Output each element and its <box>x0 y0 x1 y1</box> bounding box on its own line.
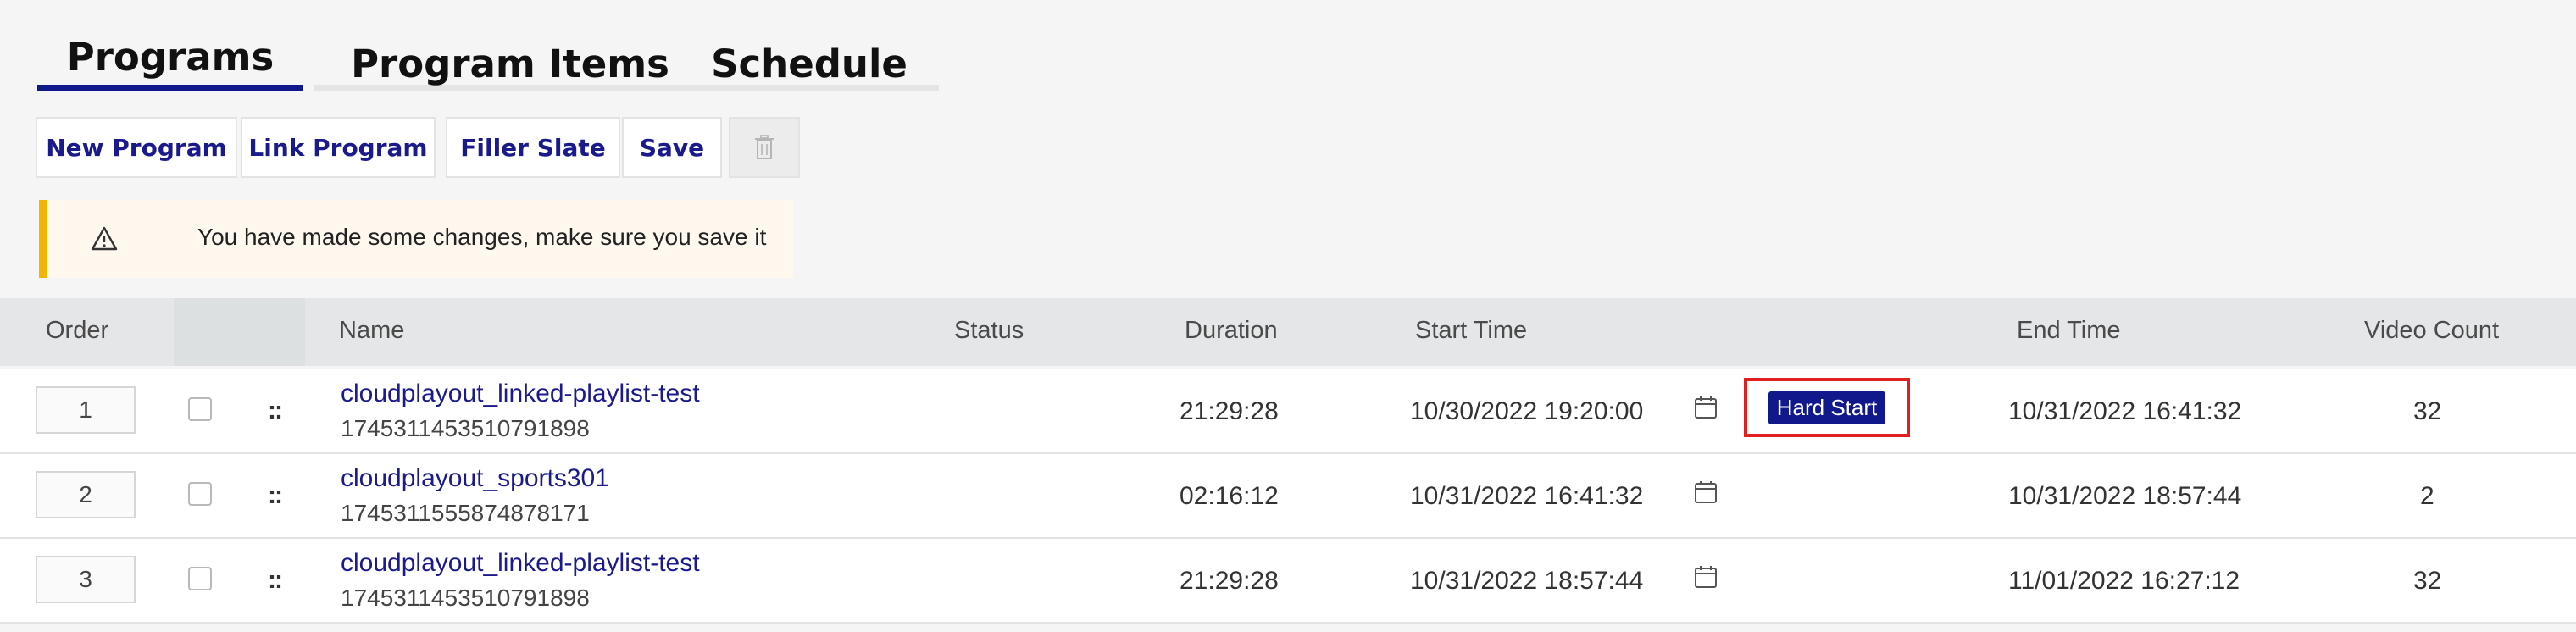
order-input[interactable]: 3 <box>36 556 136 603</box>
drag-handle-icon[interactable]: :: <box>268 481 283 510</box>
program-name-link[interactable]: cloudplayout_linked-playlist-test <box>341 380 700 408</box>
link-program-button[interactable]: Link Program <box>241 117 436 178</box>
filler-slate-button[interactable]: Filler Slate <box>446 117 620 178</box>
start-time-cell: 10/30/2022 19:20:00 <box>1410 397 1644 425</box>
program-id: 1745311453510791898 <box>341 585 590 611</box>
header-end-time: End Time <box>2017 317 2121 344</box>
table-row[interactable]: 1 :: cloudplayout_linked-playlist-test 1… <box>0 369 2576 454</box>
tab-schedule-label: Schedule <box>711 42 908 86</box>
header-duration: Duration <box>1185 317 1278 344</box>
end-time-cell: 10/31/2022 18:57:44 <box>2008 482 2242 510</box>
alert-message: You have made some changes, make sure yo… <box>197 224 767 250</box>
duration-cell: 21:29:28 <box>1180 567 1279 595</box>
end-time-cell: 10/31/2022 16:41:32 <box>2008 397 2242 425</box>
program-name-link[interactable]: cloudplayout_linked-playlist-test <box>341 549 700 578</box>
program-id: 1745311453510791898 <box>341 415 590 441</box>
calendar-icon[interactable] <box>1693 564 1718 590</box>
header-order: Order <box>46 317 109 344</box>
duration-cell: 21:29:28 <box>1180 397 1279 425</box>
trash-icon <box>755 135 774 159</box>
table-row[interactable]: 2 :: cloudplayout_sports301 174531155587… <box>0 454 2576 539</box>
drag-handle-icon[interactable]: :: <box>268 396 283 425</box>
hard-start-badge[interactable]: Hard Start <box>1768 391 1886 424</box>
calendar-icon[interactable] <box>1693 480 1718 505</box>
table-header: Order Name Status Duration Start Time En… <box>0 298 2576 366</box>
tab-programs-label: Programs <box>66 35 275 80</box>
program-id: 1745311555874878171 <box>341 500 590 526</box>
order-input[interactable]: 1 <box>36 386 136 434</box>
duration-cell: 02:16:12 <box>1180 482 1279 510</box>
table-row[interactable]: 3 :: cloudplayout_linked-playlist-test 1… <box>0 539 2576 624</box>
header-video-count: Video Count <box>2364 317 2500 344</box>
video-count-cell: 32 <box>2413 567 2442 595</box>
header-status: Status <box>954 317 1024 344</box>
order-input[interactable]: 2 <box>36 471 136 518</box>
header-shade <box>174 298 305 366</box>
warning-icon <box>91 226 118 251</box>
save-button[interactable]: Save <box>622 117 722 178</box>
start-time-cell: 10/31/2022 18:57:44 <box>1410 567 1644 595</box>
header-name: Name <box>339 317 405 344</box>
unsaved-changes-alert: You have made some changes, make sure yo… <box>39 200 793 278</box>
start-time-cell: 10/31/2022 16:41:32 <box>1410 482 1644 510</box>
header-start-time: Start Time <box>1415 317 1528 344</box>
tab-schedule[interactable]: Schedule <box>680 32 939 91</box>
delete-button[interactable] <box>729 117 800 178</box>
row-checkbox[interactable] <box>188 397 212 421</box>
row-checkbox[interactable] <box>188 567 212 590</box>
new-program-button[interactable]: New Program <box>36 117 237 178</box>
video-count-cell: 2 <box>2420 482 2434 510</box>
end-time-cell: 11/01/2022 16:27:12 <box>2008 567 2240 595</box>
tab-program-items-label: Program Items <box>351 42 669 86</box>
video-count-cell: 32 <box>2413 397 2442 425</box>
tab-program-items[interactable]: Program Items <box>314 32 707 91</box>
drag-handle-icon[interactable]: :: <box>268 566 283 595</box>
calendar-icon[interactable] <box>1693 395 1718 420</box>
row-checkbox[interactable] <box>188 482 212 506</box>
tab-programs[interactable]: Programs <box>37 32 303 91</box>
program-name-link[interactable]: cloudplayout_sports301 <box>341 464 609 493</box>
hard-start-highlight: Hard Start <box>1744 378 1910 437</box>
